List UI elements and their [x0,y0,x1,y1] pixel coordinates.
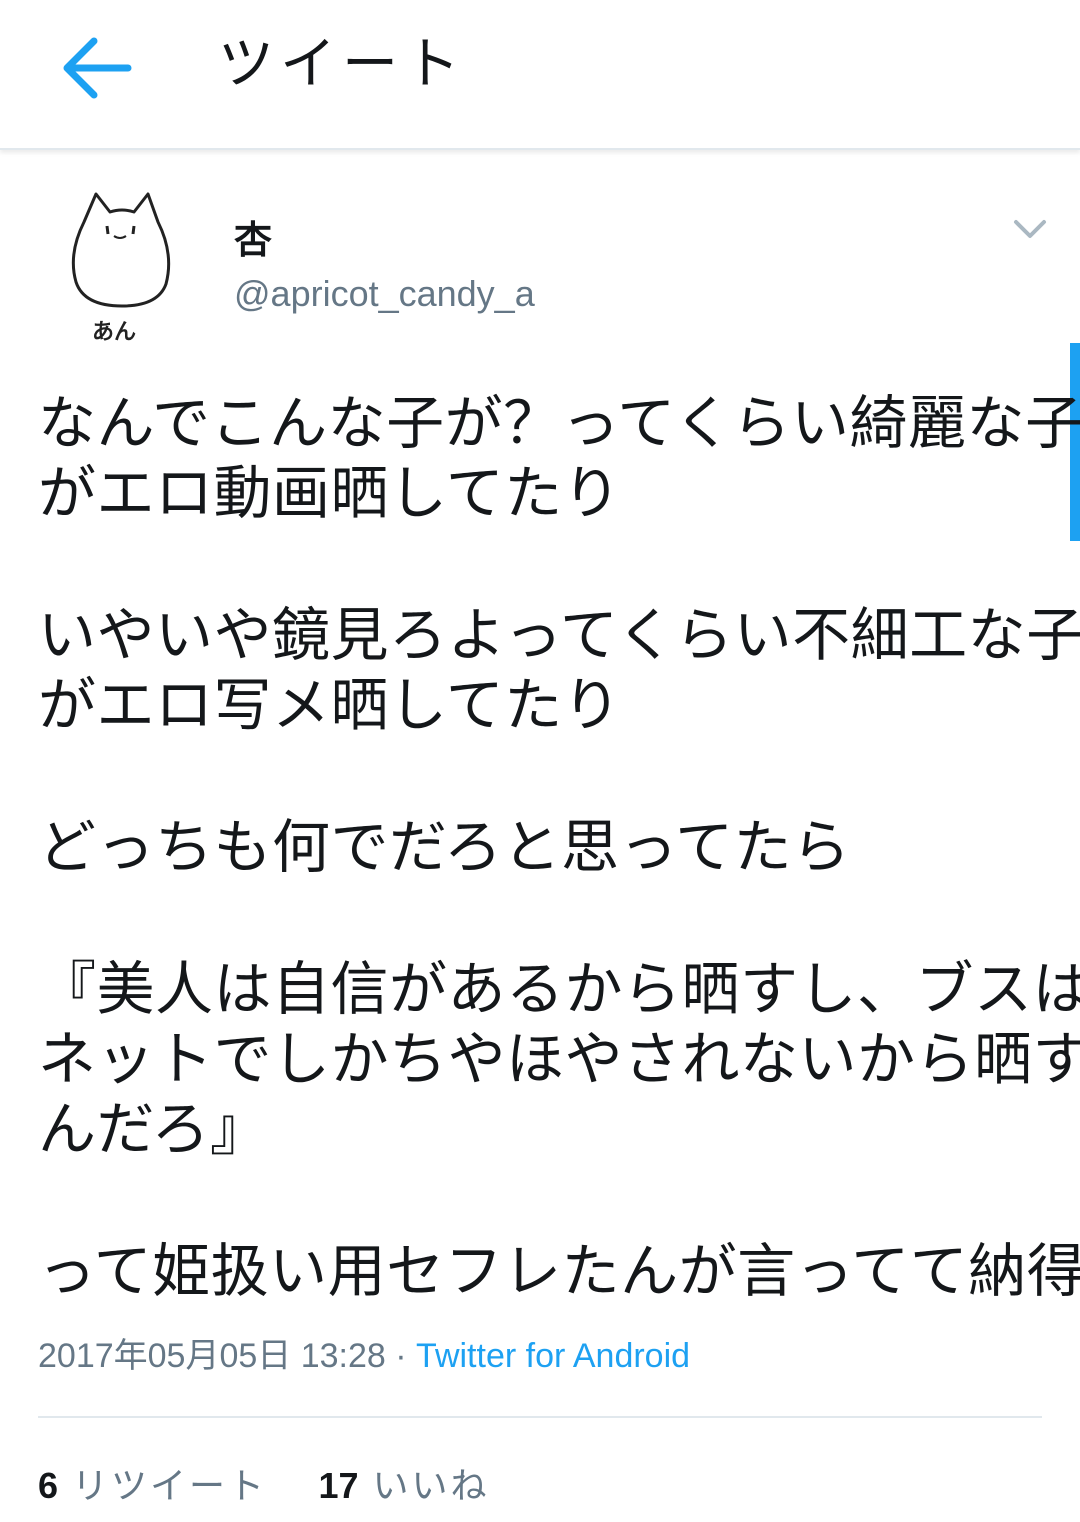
chevron-down-icon [1014,220,1046,238]
tweet-line: んだろ』 [38,1095,269,1163]
likes-stat[interactable]: 17 いいね [319,1464,490,1509]
tweet-line: がエロ動画晒してたり [38,459,622,527]
meta-separator: · [395,1337,407,1375]
avatar-caption: あん [92,320,136,344]
top-app-bar: ツイート [0,0,1080,150]
tweet-line: なんでこんな子が？ってくらい綺麗な子 [38,389,1080,457]
tweet-line: がエロ写メ晒してたり [38,671,622,739]
tweet-line: どっちも何でだろと思ってたら [38,813,851,881]
retweets-stat[interactable]: 6 リツイート [38,1464,267,1509]
arrow-left-icon [63,37,132,99]
likes-count: 17 [318,1465,359,1506]
page-title: ツイート [218,32,466,97]
tweet-meta: 2017年05月05日 13:28 · Twitter for Android [38,1334,690,1378]
back-button[interactable] [56,28,136,108]
tweet-line: ネットでしかちやほやされないから晒す [38,1025,1080,1093]
display-name[interactable]: 杏 [234,218,272,262]
divider [38,1416,1042,1418]
tweet-timestamp: 2017年05月05日 13:28 [38,1337,386,1375]
avatar[interactable]: あん [62,184,182,345]
tweet-line: いやいや鏡見ろよってくらい不細工な子 [38,601,1080,669]
likes-label: いいね [372,1466,490,1507]
tweet-line: 『美人は自信があるから晒すし、ブスは [38,955,1080,1023]
tweet-menu-button[interactable] [1010,214,1050,244]
tweet-text: なんでこんな子が？ってくらい綺麗な子 がエロ動画晒してたり いやいや鏡見ろよって… [38,388,1080,1306]
tweet-stats: 6 リツイート 17 いいね [38,1464,490,1509]
user-handle[interactable]: @apricot_candy_a [234,272,535,316]
retweets-count: 6 [38,1465,59,1506]
retweets-label: リツイート [72,1466,268,1507]
tweet-source-link[interactable]: Twitter for Android [416,1337,690,1375]
cat-avatar-icon: あん [71,192,171,345]
tweet-line: って姫扱い用セフレたんが言ってて納得 [38,1237,1080,1305]
